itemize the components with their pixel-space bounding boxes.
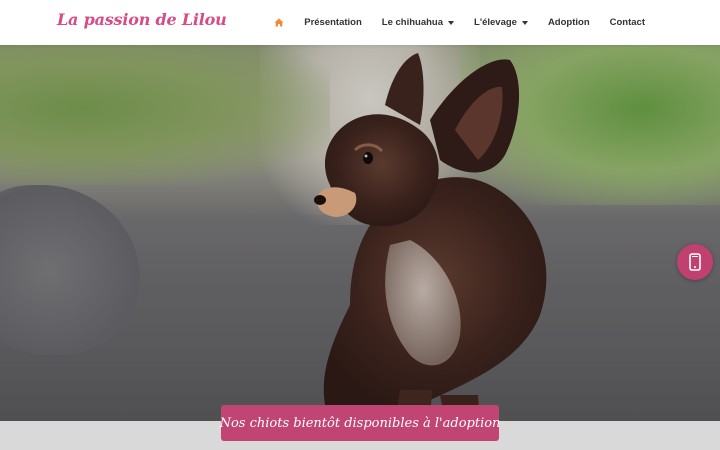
nav-elevage-label: L'élevage [474,17,517,28]
chevron-down-icon [521,20,528,25]
nav-le-chihuahua[interactable]: Le chihuahua [372,0,464,45]
nav-adoption[interactable]: Adoption [538,0,600,45]
home-icon [274,18,284,27]
mobile-phone-icon [689,253,701,271]
nav-presentation[interactable]: Présentation [294,0,372,45]
main-nav: Présentation Le chihuahua L'élevage Adop… [274,0,655,45]
chevron-down-icon [448,20,455,25]
nav-contact[interactable]: Contact [600,0,655,45]
adoption-cta-button[interactable]: Nos chiots bientôt disponibles à l'adopt… [220,405,500,441]
call-button[interactable] [677,244,713,280]
nav-home[interactable] [274,0,294,45]
site-header: La passion de Lilou Présentation Le chih… [0,0,720,45]
nav-contact-label: Contact [609,17,645,28]
nav-adoption-label: Adoption [547,17,590,28]
nav-le-chihuahua-label: Le chihuahua [381,17,444,28]
nav-elevage[interactable]: L'élevage [464,0,538,45]
hero-dog-image [314,53,547,421]
hero-banner [0,45,720,421]
site-logo[interactable]: La passion de Lilou [57,10,227,29]
nav-presentation-label: Présentation [304,17,362,28]
